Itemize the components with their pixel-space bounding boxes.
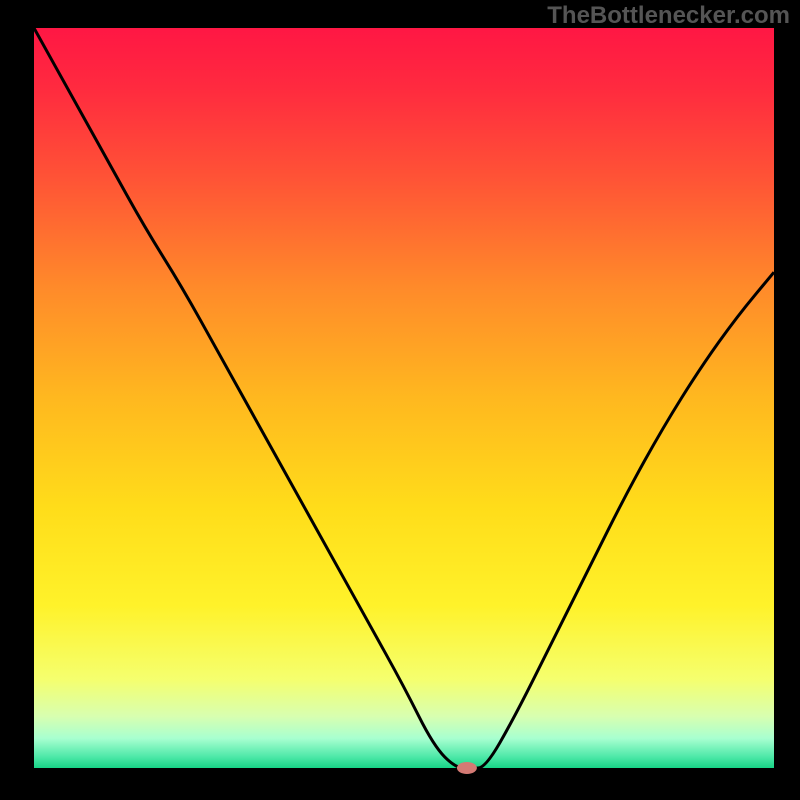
chart-plot-area [34,28,774,768]
bottleneck-chart [0,0,800,800]
attribution-text: TheBottlenecker.com [547,2,790,30]
chart-container: TheBottlenecker.com [0,0,800,800]
optimal-marker [457,762,477,774]
